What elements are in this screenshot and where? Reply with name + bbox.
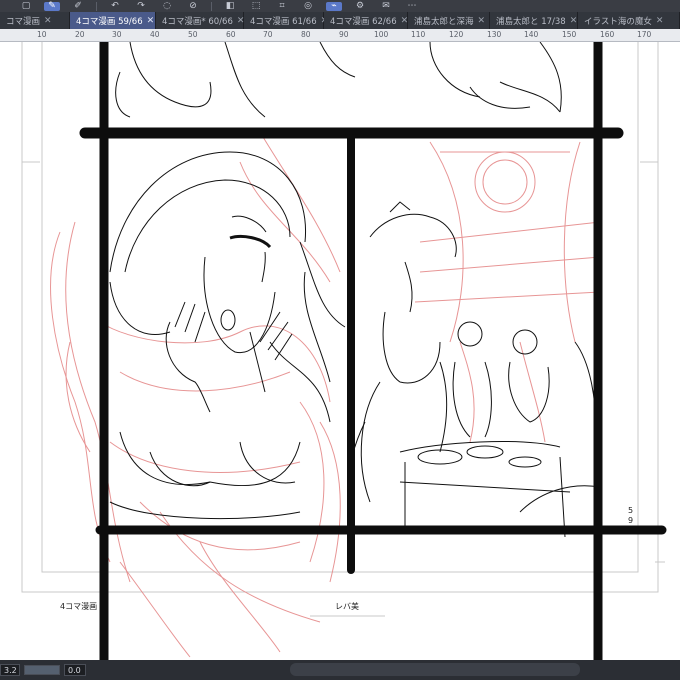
ruler-tick: 30	[112, 30, 122, 39]
tab-doc-4[interactable]: 4コマ漫画 62/66 ✕	[324, 12, 408, 29]
ruler-tick: 120	[449, 30, 464, 39]
transform-icon[interactable]: ⬚	[248, 1, 264, 11]
zoom-field[interactable]: 3.2	[0, 664, 20, 676]
rotation-field[interactable]: 0.0	[64, 664, 86, 676]
brush-icon[interactable]: ✐	[70, 1, 86, 11]
settings-icon[interactable]: ⚙	[352, 1, 368, 11]
clear-icon[interactable]: ⊘	[185, 1, 201, 11]
more-icon[interactable]: ⋯	[404, 1, 420, 11]
close-icon[interactable]: ✕	[656, 16, 664, 26]
page-footer-left: 4コマ漫画	[60, 602, 98, 611]
tab-label: 4コマ漫画 61/66	[250, 16, 317, 27]
ruler-tick: 90	[339, 30, 349, 39]
ruler-tick: 70	[263, 30, 273, 39]
tab-label: 4コマ漫画 62/66	[330, 16, 397, 27]
lasso-icon[interactable]: ◎	[300, 1, 316, 11]
edit-icon[interactable]: ✎	[44, 1, 60, 11]
toolbar-divider	[211, 1, 212, 11]
ruler-tick: 160	[600, 30, 615, 39]
close-icon[interactable]: ✕	[478, 16, 486, 26]
ruler-tick: 10	[37, 30, 47, 39]
sketch-layer	[50, 131, 601, 658]
undo-icon[interactable]: ↶	[107, 1, 123, 11]
tab-doc-2[interactable]: 4コマ漫画* 60/66 ✕	[156, 12, 244, 29]
tab-doc-3[interactable]: 4コマ漫画 61/66 ✕	[244, 12, 328, 29]
ruler-tick: 50	[188, 30, 198, 39]
tab-doc-6[interactable]: 浦島太郎と 17/38 ✕	[490, 12, 578, 29]
ruler-tick: 150	[562, 30, 577, 39]
page-number-bottom: 9	[628, 516, 634, 525]
page-footer-center: レバ美	[335, 602, 359, 611]
ruler-tick: 60	[226, 30, 236, 39]
drawing-canvas[interactable]: 4コマ漫画 レバ美 5 9	[0, 42, 680, 660]
ruler-tick: 40	[150, 30, 160, 39]
tab-doc-7[interactable]: イラスト海の魔女 ✕	[578, 12, 680, 29]
top-toolbar: ▢ ✎ ✐ ↶ ↷ ◌ ⊘ ◧ ⬚ ⌗ ◎ ⌁ ⚙ ✉ ⋯	[0, 0, 680, 12]
select-icon[interactable]: ▢	[18, 1, 34, 11]
close-icon[interactable]: ✕	[44, 16, 52, 26]
ruler-tick: 140	[524, 30, 539, 39]
tab-doc-1[interactable]: 4コマ漫画 59/66 ✕	[70, 12, 156, 29]
tab-label: コマ漫画	[6, 16, 41, 27]
ruler-tick: 130	[487, 30, 502, 39]
horizontal-ruler: 10 20 30 40 50 60 70 80 90 100 110 120 1…	[0, 29, 680, 42]
page-number-top: 5	[628, 506, 634, 515]
document-tab-bar: コマ漫画 ✕ 4コマ漫画 59/66 ✕ 4コマ漫画* 60/66 ✕ 4コマ漫…	[0, 12, 680, 29]
tab-label: 4コマ漫画* 60/66	[162, 16, 233, 27]
tab-doc-5[interactable]: 浦島太郎と深海 ✕	[408, 12, 490, 29]
ruler-tick: 80	[301, 30, 311, 39]
panel-borders	[79, 42, 667, 660]
close-icon[interactable]: ✕	[570, 16, 578, 26]
ruler-tick: 100	[374, 30, 389, 39]
fill-icon[interactable]: ◧	[222, 1, 238, 11]
toolbar-divider	[96, 1, 97, 11]
horizontal-scrollbar[interactable]	[290, 663, 580, 676]
ruler-tick: 170	[637, 30, 652, 39]
tab-label: 浦島太郎と深海	[414, 16, 474, 27]
ruler-tick: 20	[75, 30, 85, 39]
canvas-artwork	[21, 42, 667, 660]
tab-label: 浦島太郎と 17/38	[496, 16, 566, 27]
ruler-tick: 110	[411, 30, 426, 39]
deselect-icon[interactable]: ⌁	[326, 1, 342, 11]
tab-label: 4コマ漫画 59/66	[76, 16, 143, 27]
crop-icon[interactable]: ⌗	[274, 1, 290, 11]
zoom-slider[interactable]	[24, 665, 60, 675]
tab-label: イラスト海の魔女	[584, 16, 652, 27]
comment-icon[interactable]: ✉	[378, 1, 394, 11]
loading-icon: ◌	[163, 0, 171, 11]
tab-doc-0[interactable]: コマ漫画 ✕	[0, 12, 70, 29]
close-icon[interactable]: ✕	[147, 16, 155, 26]
redo-icon[interactable]: ↷	[133, 1, 149, 11]
